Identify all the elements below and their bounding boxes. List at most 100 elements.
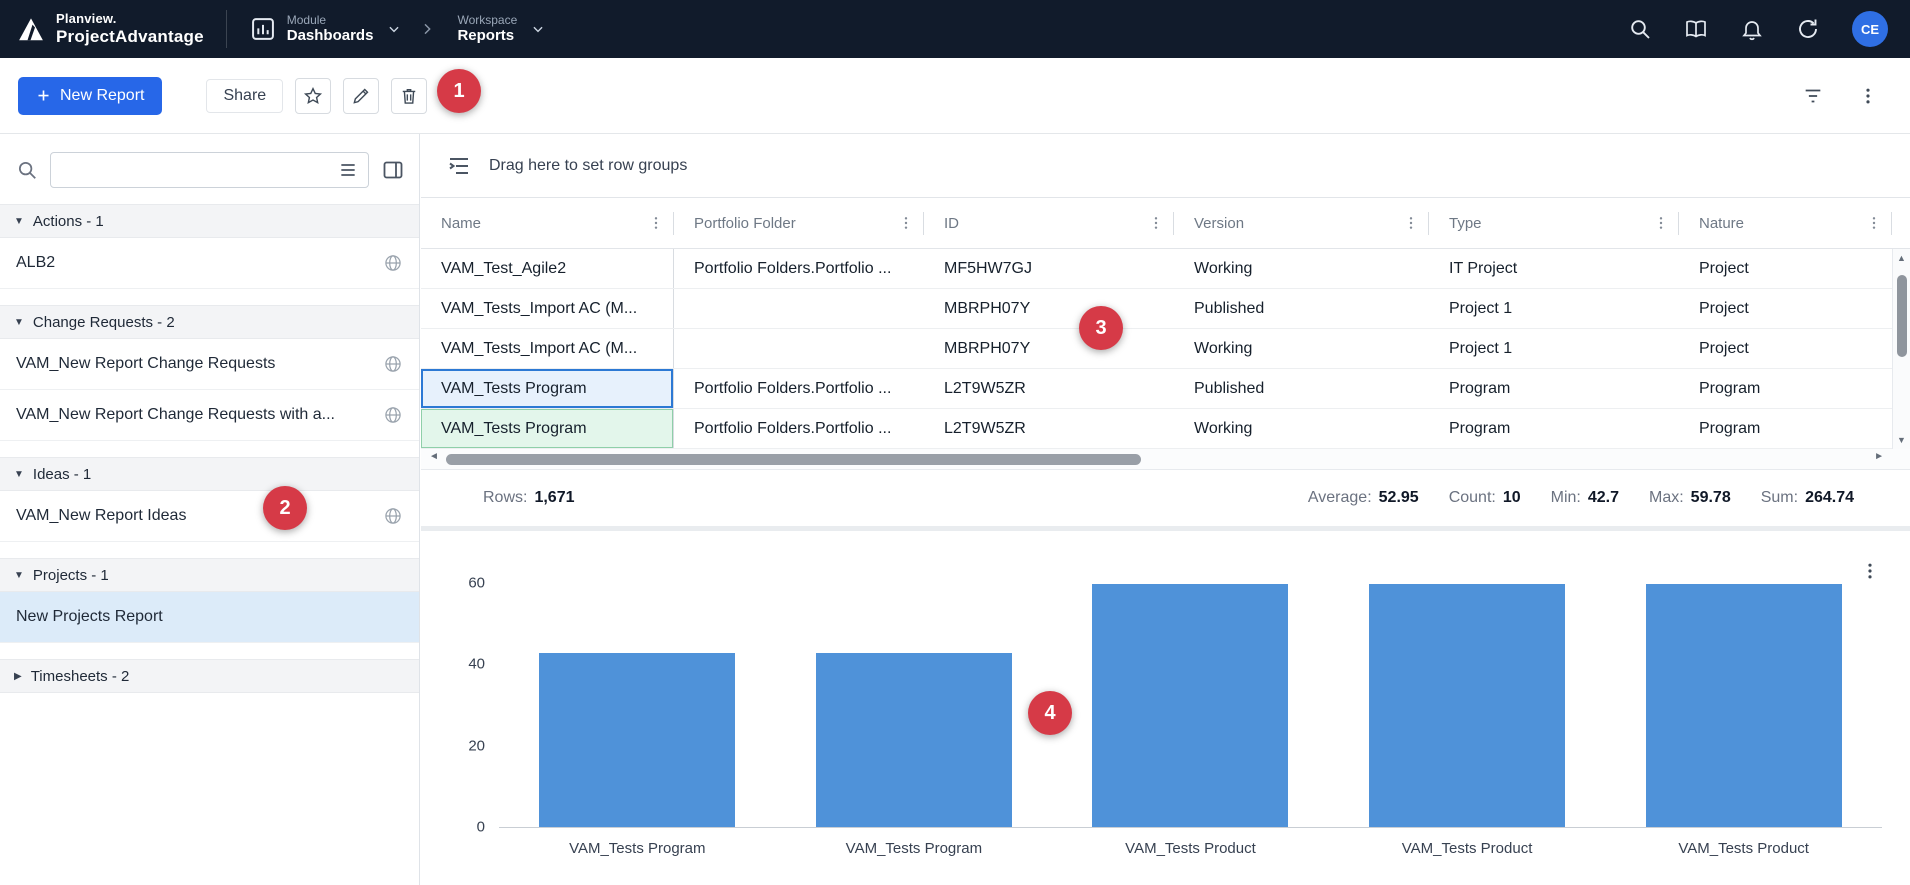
table-cell[interactable]: Project bbox=[1679, 329, 1910, 368]
chart-bar bbox=[816, 653, 1012, 827]
column-header-version[interactable]: Version bbox=[1174, 198, 1429, 248]
bell-icon[interactable] bbox=[1740, 17, 1764, 41]
table-cell[interactable]: Working bbox=[1174, 409, 1429, 448]
table-cell[interactable]: Published bbox=[1174, 289, 1429, 328]
table-cell[interactable]: VAM_Test_Agile2 bbox=[421, 249, 674, 288]
scroll-down-arrow-icon[interactable]: ▼ bbox=[1893, 435, 1910, 445]
column-header-name[interactable]: Name bbox=[421, 198, 674, 248]
panel-toggle-icon[interactable] bbox=[381, 158, 405, 182]
report-item-change-requests-2[interactable]: VAM_New Report Change Requests with a... bbox=[0, 390, 419, 441]
table-cell[interactable]: MF5HW7GJ bbox=[924, 249, 1174, 288]
scroll-left-arrow-icon[interactable]: ◄ bbox=[429, 451, 439, 462]
table-cell[interactable] bbox=[674, 289, 924, 328]
globe-icon bbox=[383, 405, 403, 425]
column-header-id[interactable]: ID bbox=[924, 198, 1174, 248]
column-menu-icon[interactable] bbox=[1403, 215, 1419, 231]
column-menu-icon[interactable] bbox=[1653, 215, 1669, 231]
table-cell-range[interactable]: VAM_Tests Program bbox=[421, 409, 674, 448]
table-cell[interactable]: Project 1 bbox=[1429, 289, 1679, 328]
chevron-down-icon bbox=[531, 22, 545, 36]
workspace-label: Workspace bbox=[457, 13, 517, 27]
vertical-scrollbar[interactable]: ▲ ▼ bbox=[1892, 249, 1910, 449]
report-item-alb2[interactable]: ALB2 bbox=[0, 238, 419, 289]
column-menu-icon[interactable] bbox=[898, 215, 914, 231]
table-cell[interactable]: Program bbox=[1679, 409, 1910, 448]
table-cell[interactable]: MBRPH07Y bbox=[924, 289, 1174, 328]
column-menu-icon[interactable] bbox=[1148, 215, 1164, 231]
sidebar-section-change-requests: ▼ Change Requests - 2 VAM_New Report Cha… bbox=[0, 305, 419, 441]
table-row-selected[interactable]: VAM_Tests Program Portfolio Folders.Port… bbox=[421, 369, 1910, 409]
table-cell[interactable]: VAM_Tests_Import AC (M... bbox=[421, 329, 674, 368]
column-menu-icon[interactable] bbox=[648, 215, 664, 231]
table-cell[interactable]: Project bbox=[1679, 249, 1910, 288]
column-menu-icon[interactable] bbox=[1866, 215, 1882, 231]
menu-icon[interactable] bbox=[338, 160, 358, 180]
vertical-scrollbar-thumb[interactable] bbox=[1897, 275, 1907, 357]
brand[interactable]: Planview. ProjectAdvantage bbox=[16, 10, 227, 48]
workspace-switcher[interactable]: Workspace Reports bbox=[457, 13, 545, 45]
column-header-type[interactable]: Type bbox=[1429, 198, 1679, 248]
table-cell[interactable]: Program bbox=[1679, 369, 1910, 408]
section-header-timesheets[interactable]: ▶ Timesheets - 2 bbox=[0, 659, 419, 693]
filter-icon[interactable] bbox=[1802, 85, 1824, 107]
share-button[interactable]: Share bbox=[206, 79, 283, 113]
edit-button[interactable] bbox=[343, 78, 379, 114]
chart-menu-icon[interactable] bbox=[1860, 561, 1880, 581]
trash-icon bbox=[399, 86, 419, 106]
table-cell[interactable]: L2T9W5ZR bbox=[924, 409, 1174, 448]
table-cell[interactable]: Program bbox=[1429, 409, 1679, 448]
report-item-ideas[interactable]: VAM_New Report Ideas bbox=[0, 491, 419, 542]
section-header-ideas[interactable]: ▼ Ideas - 1 bbox=[0, 457, 419, 491]
row-groups-dropzone[interactable]: Drag here to set row groups bbox=[421, 134, 1910, 198]
table-cell[interactable]: Portfolio Folders.Portfolio ... bbox=[674, 409, 924, 448]
table-cell[interactable] bbox=[674, 329, 924, 368]
report-search-input[interactable] bbox=[61, 162, 330, 179]
search-icon[interactable] bbox=[1628, 17, 1652, 41]
grid-body: VAM_Test_Agile2 Portfolio Folders.Portfo… bbox=[421, 249, 1910, 449]
row-groups-icon bbox=[447, 154, 471, 178]
section-header-actions[interactable]: ▼ Actions - 1 bbox=[0, 204, 419, 238]
horizontal-scrollbar[interactable]: ◄ ► bbox=[421, 449, 1910, 470]
user-avatar[interactable]: CE bbox=[1852, 11, 1888, 47]
section-header-change-requests[interactable]: ▼ Change Requests - 2 bbox=[0, 305, 419, 339]
caret-right-icon: ▶ bbox=[14, 671, 22, 682]
table-cell[interactable]: L2T9W5ZR bbox=[924, 369, 1174, 408]
table-cell[interactable]: Working bbox=[1174, 329, 1429, 368]
scroll-right-arrow-icon[interactable]: ► bbox=[1874, 451, 1884, 462]
table-cell[interactable]: VAM_Tests_Import AC (M... bbox=[421, 289, 674, 328]
table-cell[interactable]: Working bbox=[1174, 249, 1429, 288]
table-cell[interactable]: Program bbox=[1429, 369, 1679, 408]
table-cell[interactable]: Portfolio Folders.Portfolio ... bbox=[674, 249, 924, 288]
delete-button[interactable] bbox=[391, 78, 427, 114]
table-cell[interactable]: Portfolio Folders.Portfolio ... bbox=[674, 369, 924, 408]
table-row-range[interactable]: VAM_Tests Program Portfolio Folders.Port… bbox=[421, 409, 1910, 449]
table-row[interactable]: VAM_Tests_Import AC (M... MBRPH07Y Worki… bbox=[421, 329, 1910, 369]
table-cell[interactable]: Published bbox=[1174, 369, 1429, 408]
module-switcher[interactable]: Module Dashboards bbox=[249, 13, 402, 45]
table-cell[interactable]: MBRPH07Y bbox=[924, 329, 1174, 368]
table-row[interactable]: VAM_Test_Agile2 Portfolio Folders.Portfo… bbox=[421, 249, 1910, 289]
column-header-portfolio-folder[interactable]: Portfolio Folder bbox=[674, 198, 924, 248]
sidebar-section-ideas: ▼ Ideas - 1 VAM_New Report Ideas bbox=[0, 457, 419, 542]
refresh-icon[interactable] bbox=[1796, 17, 1820, 41]
table-cell[interactable]: IT Project bbox=[1429, 249, 1679, 288]
table-cell-focused[interactable]: VAM_Tests Program bbox=[421, 369, 674, 408]
report-search-box[interactable] bbox=[50, 152, 369, 188]
table-cell[interactable]: Project bbox=[1679, 289, 1910, 328]
sidebar-section-timesheets: ▶ Timesheets - 2 bbox=[0, 659, 419, 693]
brand-name-bottom: ProjectAdvantage bbox=[56, 27, 204, 47]
table-row[interactable]: VAM_Tests_Import AC (M... MBRPH07Y Publi… bbox=[421, 289, 1910, 329]
x-axis-label: VAM_Tests Product bbox=[1605, 840, 1882, 857]
book-icon[interactable] bbox=[1684, 17, 1708, 41]
report-item-change-requests-1[interactable]: VAM_New Report Change Requests bbox=[0, 339, 419, 390]
horizontal-scrollbar-thumb[interactable] bbox=[446, 454, 1141, 465]
section-header-projects[interactable]: ▼ Projects - 1 bbox=[0, 558, 419, 592]
table-cell[interactable]: Project 1 bbox=[1429, 329, 1679, 368]
new-report-button[interactable]: New Report bbox=[18, 77, 162, 115]
annotation-badge-1: 1 bbox=[437, 69, 481, 113]
favorite-button[interactable] bbox=[295, 78, 331, 114]
scroll-up-arrow-icon[interactable]: ▲ bbox=[1893, 253, 1910, 263]
kebab-menu-icon[interactable] bbox=[1858, 86, 1878, 106]
column-header-nature[interactable]: Nature bbox=[1679, 198, 1892, 248]
report-item-new-projects-report[interactable]: New Projects Report bbox=[0, 592, 419, 643]
